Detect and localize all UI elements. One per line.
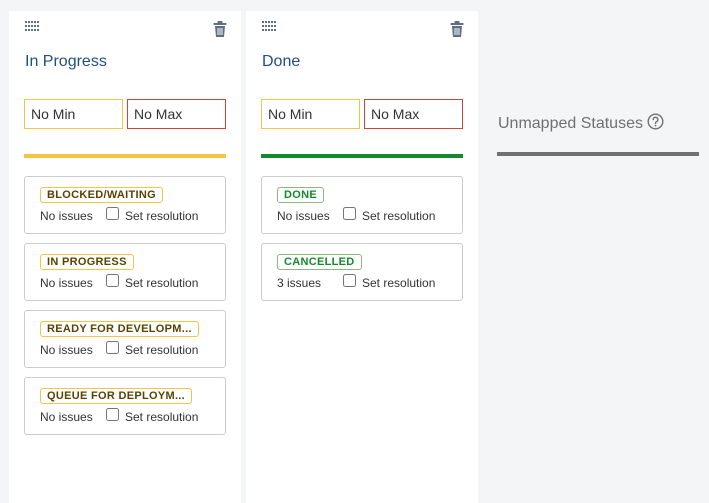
issue-count: No issues — [40, 276, 93, 290]
status-lozenge: DONE — [277, 187, 324, 203]
max-constraint-input[interactable] — [364, 99, 463, 129]
set-resolution-checkbox[interactable] — [106, 408, 119, 421]
trash-icon[interactable] — [213, 21, 227, 37]
set-resolution-checkbox[interactable] — [343, 207, 356, 220]
set-resolution-label[interactable]: Set resolution — [362, 209, 435, 223]
status-lozenge: READY FOR DEVELOPM... — [40, 321, 199, 337]
set-resolution-checkbox[interactable] — [106, 341, 119, 354]
status-lozenge: BLOCKED/WAITING — [40, 187, 163, 203]
unmapped-status-line — [497, 152, 699, 156]
issue-count: No issues — [277, 209, 330, 223]
status-lozenge: QUEUE FOR DEPLOYM... — [40, 388, 193, 404]
question-circle-icon[interactable] — [647, 113, 664, 130]
set-resolution-checkbox[interactable] — [106, 207, 119, 220]
column-title[interactable]: In Progress — [25, 53, 107, 71]
column-title[interactable]: Done — [262, 53, 300, 71]
set-resolution-label[interactable]: Set resolution — [125, 410, 198, 424]
status-card-blocked-waiting[interactable]: BLOCKED/WAITING No issues Set resolution — [24, 176, 226, 234]
min-constraint-input[interactable] — [24, 99, 123, 129]
status-lozenge: IN PROGRESS — [40, 254, 134, 270]
issue-count: No issues — [40, 209, 93, 223]
set-resolution-label[interactable]: Set resolution — [125, 209, 198, 223]
column-in-progress[interactable]: In Progress BLOCKED/WAITING No issues Se… — [9, 11, 241, 503]
status-card-ready-for-development[interactable]: READY FOR DEVELOPM... No issues Set reso… — [24, 310, 226, 368]
min-constraint-input[interactable] — [261, 99, 360, 129]
max-constraint-input[interactable] — [127, 99, 226, 129]
column-status-line — [261, 154, 463, 158]
status-card-in-progress[interactable]: IN PROGRESS No issues Set resolution — [24, 243, 226, 301]
status-lozenge: CANCELLED — [277, 254, 362, 270]
column-status-line — [24, 154, 226, 158]
issue-count: 3 issues — [277, 276, 322, 290]
issue-count: No issues — [40, 343, 93, 357]
column-done[interactable]: Done DONE No issues Set resolution CANCE… — [246, 11, 478, 503]
set-resolution-label[interactable]: Set resolution — [125, 343, 198, 357]
set-resolution-label[interactable]: Set resolution — [362, 276, 435, 290]
set-resolution-checkbox[interactable] — [343, 274, 356, 287]
status-card-queue-for-deployment[interactable]: QUEUE FOR DEPLOYM... No issues Set resol… — [24, 377, 226, 435]
set-resolution-checkbox[interactable] — [106, 274, 119, 287]
unmapped-statuses-title: Unmapped Statuses — [498, 115, 643, 132]
issue-count: No issues — [40, 410, 93, 424]
drag-handle-icon[interactable] — [262, 21, 278, 31]
drag-handle-icon[interactable] — [25, 21, 41, 31]
set-resolution-label[interactable]: Set resolution — [125, 276, 198, 290]
trash-icon[interactable] — [450, 21, 464, 37]
status-card-done[interactable]: DONE No issues Set resolution — [261, 176, 463, 234]
status-card-cancelled[interactable]: CANCELLED 3 issues Set resolution — [261, 243, 463, 301]
